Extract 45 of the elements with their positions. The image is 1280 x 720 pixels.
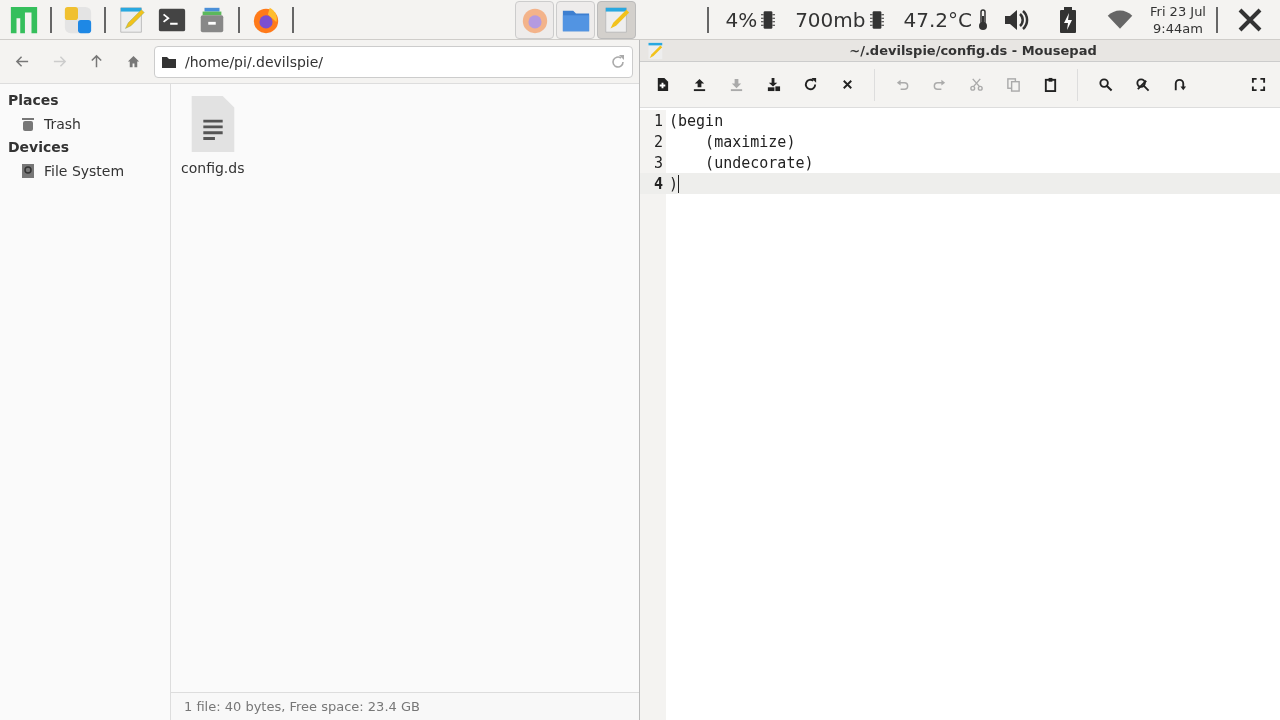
sidebar-item[interactable]: Trash: [0, 110, 170, 137]
search-icon: [1097, 77, 1113, 92]
reload-icon: [802, 77, 818, 92]
cpu-temperature: 47.2°C: [903, 7, 972, 32]
undo-icon: [894, 77, 910, 92]
line-number: 1: [640, 110, 666, 131]
line-number: 3: [640, 152, 666, 173]
fullscreen-icon: [1250, 77, 1266, 92]
up-arrow-icon: [89, 54, 104, 69]
back-arrow-icon: [15, 54, 30, 69]
line-number: 2: [640, 131, 666, 152]
code-line: (undecorate): [704, 153, 814, 172]
taskbar-button[interactable]: [597, 0, 637, 39]
drive-icon: [20, 161, 36, 180]
text-cursor: [678, 174, 680, 193]
thermometer-icon: [976, 7, 990, 32]
sidebar-heading: Devices: [7, 138, 71, 157]
redo-icon: [931, 77, 947, 92]
download-icon: [728, 77, 744, 92]
cpu-usage: 4%: [725, 7, 758, 32]
code-line: ): [668, 174, 679, 193]
home-icon: [126, 54, 141, 69]
save-as-icon: [765, 77, 781, 92]
settings-tiles-icon[interactable]: [63, 4, 93, 35]
menu-logo-icon[interactable]: [9, 4, 39, 35]
text-editor-icon[interactable]: [117, 4, 147, 35]
reload-icon[interactable]: [610, 53, 626, 70]
code-line: (begin: [668, 111, 724, 130]
taskbar-button[interactable]: [556, 0, 596, 39]
copy-icon: [1005, 77, 1021, 92]
clock[interactable]: Fri 23 Jul 9:44am: [1150, 2, 1206, 37]
forward-arrow-icon: [52, 54, 67, 69]
sidebar-heading: Places: [7, 91, 60, 110]
sidebar-item[interactable]: File System: [0, 157, 170, 184]
file-item[interactable]: config.ds: [181, 94, 245, 176]
scissors-icon: [968, 77, 984, 92]
path-field[interactable]: /home/pi/.devilspie/: [154, 45, 633, 78]
upload-icon: [691, 77, 707, 92]
text-area[interactable]: 1 (begin 2 (maximize) 3 (undecorate) 4 ): [640, 108, 1280, 720]
window-title: ~/.devilspie/config.ds - Mousepad: [848, 43, 1098, 58]
code-line: (maximize): [704, 132, 796, 151]
taskbar-button[interactable]: [515, 0, 555, 39]
memory-usage: 700mb: [795, 7, 866, 32]
search-replace-icon: [1134, 77, 1150, 92]
clipboard-icon: [1042, 77, 1058, 92]
